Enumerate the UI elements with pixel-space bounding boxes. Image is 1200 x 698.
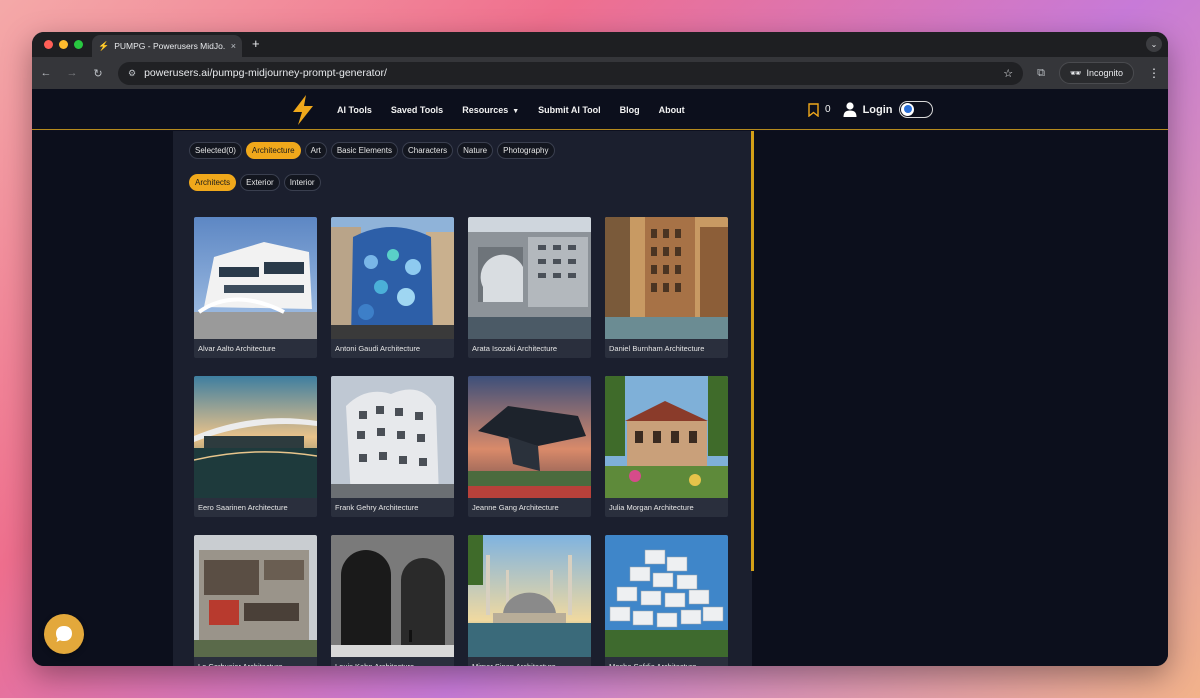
card-image bbox=[605, 535, 728, 657]
filter-art[interactable]: Art bbox=[304, 142, 327, 159]
reload-icon[interactable]: ↻ bbox=[92, 67, 104, 80]
card-image bbox=[468, 535, 591, 657]
browser-menu-icon[interactable]: ⋮ bbox=[1148, 66, 1160, 80]
category-filter-row: Selected(0) Architecture Art Basic Eleme… bbox=[189, 142, 555, 159]
card-image bbox=[605, 376, 728, 498]
card-caption: Alvar Aalto Architecture bbox=[198, 344, 276, 353]
filter-selected[interactable]: Selected(0) bbox=[189, 142, 242, 159]
tab-close-icon[interactable]: × bbox=[231, 41, 236, 51]
card-caption: Julia Morgan Architecture bbox=[609, 503, 694, 512]
filter-architects[interactable]: Architects bbox=[189, 174, 237, 191]
browser-toolbar: ← → ↻ ⚙ powerusers.ai/pumpg-midjourney-p… bbox=[32, 57, 1168, 89]
scrollbar-thumb[interactable] bbox=[751, 131, 754, 571]
login-link[interactable]: Login bbox=[863, 104, 893, 116]
card-image bbox=[194, 376, 317, 498]
incognito-label: Incognito bbox=[1086, 68, 1123, 78]
filter-photography[interactable]: Photography bbox=[497, 142, 555, 159]
card-caption: Moshe Safdie Architecture bbox=[605, 657, 728, 666]
site-header: AI Tools Saved Tools Resources ▼ Submit A… bbox=[32, 89, 1168, 130]
incognito-icon: 🕶 bbox=[1070, 67, 1082, 78]
tab-title: PUMPG - Powerusers MidJo... bbox=[114, 41, 226, 51]
style-card-le-corbusier[interactable]: Le Corbusier Architecture bbox=[194, 535, 317, 666]
extensions-icon[interactable]: ⧉ bbox=[1037, 67, 1045, 80]
card-image bbox=[194, 217, 317, 339]
main-content: Selected(0) Architecture Art Basic Eleme… bbox=[32, 131, 1168, 666]
forward-arrow-icon[interactable]: → bbox=[66, 67, 78, 79]
new-tab-button[interactable]: + bbox=[252, 36, 260, 51]
favicon-bolt-icon: ⚡ bbox=[98, 40, 110, 51]
card-image bbox=[331, 376, 454, 498]
card-caption: Le Corbusier Architecture bbox=[194, 657, 317, 666]
style-card-daniel-burnham[interactable]: Daniel Burnham Architecture bbox=[605, 217, 728, 358]
card-caption: Eero Saarinen Architecture bbox=[198, 503, 288, 512]
main-nav: AI Tools Saved Tools Resources ▼ Submit A… bbox=[337, 89, 685, 130]
style-card-alvar-aalto[interactable]: Alvar Aalto Architecture bbox=[194, 217, 317, 358]
site-settings-icon[interactable]: ⚙ bbox=[128, 68, 136, 79]
maximize-window-button[interactable] bbox=[74, 40, 83, 49]
card-caption: Antoni Gaudi Architecture bbox=[335, 344, 421, 353]
nav-resources[interactable]: Resources ▼ bbox=[462, 105, 519, 115]
tab-strip: ⚡ PUMPG - Powerusers MidJo... × + ⌄ bbox=[32, 32, 1168, 57]
url-text[interactable]: powerusers.ai/pumpg-midjourney-prompt-ge… bbox=[144, 67, 995, 79]
bookmark-count: 0 bbox=[825, 104, 831, 115]
incognito-badge[interactable]: 🕶 Incognito bbox=[1059, 62, 1134, 84]
card-caption: Arata Isozaki Architecture bbox=[472, 344, 558, 353]
filter-interior[interactable]: Interior bbox=[283, 174, 321, 191]
filter-basic-elements[interactable]: Basic Elements bbox=[330, 142, 398, 159]
filter-nature[interactable]: Nature bbox=[457, 142, 494, 159]
lightning-logo-icon[interactable] bbox=[290, 95, 316, 125]
card-caption: Mimar Sinan Architecture bbox=[468, 657, 591, 666]
style-card-grid: Alvar Aalto Architecture Antoni Gaudi Ar… bbox=[194, 217, 728, 666]
style-card-eero-saarinen[interactable]: Eero Saarinen Architecture bbox=[194, 376, 317, 517]
style-card-jeanne-gang[interactable]: Jeanne Gang Architecture bbox=[468, 376, 591, 517]
tab-search-chevron-icon[interactable]: ⌄ bbox=[1146, 36, 1162, 52]
bookmark-star-icon[interactable]: ☆ bbox=[1003, 67, 1013, 80]
card-image bbox=[468, 376, 591, 498]
moon-icon bbox=[903, 105, 912, 113]
card-caption: Frank Gehry Architecture bbox=[335, 503, 419, 512]
prompt-generator-panel: Selected(0) Architecture Art Basic Eleme… bbox=[173, 131, 752, 666]
caret-down-icon: ▼ bbox=[512, 107, 520, 115]
style-card-moshe-safdie[interactable]: Moshe Safdie Architecture bbox=[605, 535, 728, 666]
user-icon[interactable] bbox=[843, 102, 857, 117]
theme-toggle[interactable] bbox=[898, 101, 933, 118]
nav-submit-ai-tool[interactable]: Submit AI Tool bbox=[538, 105, 601, 115]
style-card-frank-gehry[interactable]: Frank Gehry Architecture bbox=[331, 376, 454, 517]
subcategory-filter-row: Architects Exterior Interior bbox=[189, 174, 321, 191]
filter-architecture[interactable]: Architecture bbox=[245, 142, 301, 159]
browser-tab[interactable]: ⚡ PUMPG - Powerusers MidJo... × bbox=[92, 35, 242, 57]
card-image bbox=[468, 217, 591, 339]
address-bar[interactable]: ⚙ powerusers.ai/pumpg-midjourney-prompt-… bbox=[118, 61, 1024, 85]
chat-widget-button[interactable] bbox=[44, 614, 84, 654]
browser-window: ⚡ PUMPG - Powerusers MidJo... × + ⌄ ← → … bbox=[32, 32, 1168, 666]
card-image bbox=[605, 217, 728, 339]
bookmark-icon[interactable] bbox=[808, 102, 819, 117]
header-tools: 0 Login bbox=[808, 89, 933, 130]
back-arrow-icon[interactable]: ← bbox=[40, 67, 52, 79]
card-caption: Louis Kahn Architecture bbox=[331, 657, 454, 666]
window-controls bbox=[44, 40, 83, 49]
style-card-mimar-sinan[interactable]: Mimar Sinan Architecture bbox=[468, 535, 591, 666]
card-image bbox=[331, 535, 454, 657]
card-image bbox=[194, 535, 317, 657]
style-card-julia-morgan[interactable]: Julia Morgan Architecture bbox=[605, 376, 728, 517]
close-window-button[interactable] bbox=[44, 40, 53, 49]
filter-characters[interactable]: Characters bbox=[401, 142, 454, 159]
nav-blog[interactable]: Blog bbox=[620, 105, 640, 115]
card-caption: Daniel Burnham Architecture bbox=[609, 344, 705, 353]
minimize-window-button[interactable] bbox=[59, 40, 68, 49]
chat-bubble-icon bbox=[56, 626, 72, 642]
card-caption: Jeanne Gang Architecture bbox=[472, 503, 559, 512]
nav-ai-tools[interactable]: AI Tools bbox=[337, 105, 372, 115]
filter-exterior[interactable]: Exterior bbox=[240, 174, 280, 191]
card-image bbox=[331, 217, 454, 339]
nav-saved-tools[interactable]: Saved Tools bbox=[391, 105, 443, 115]
style-card-antoni-gaudi[interactable]: Antoni Gaudi Architecture bbox=[331, 217, 454, 358]
style-card-arata-isozaki[interactable]: Arata Isozaki Architecture bbox=[468, 217, 591, 358]
style-card-louis-kahn[interactable]: Louis Kahn Architecture bbox=[331, 535, 454, 666]
nav-about[interactable]: About bbox=[659, 105, 685, 115]
nav-resources-label: Resources bbox=[462, 104, 509, 115]
